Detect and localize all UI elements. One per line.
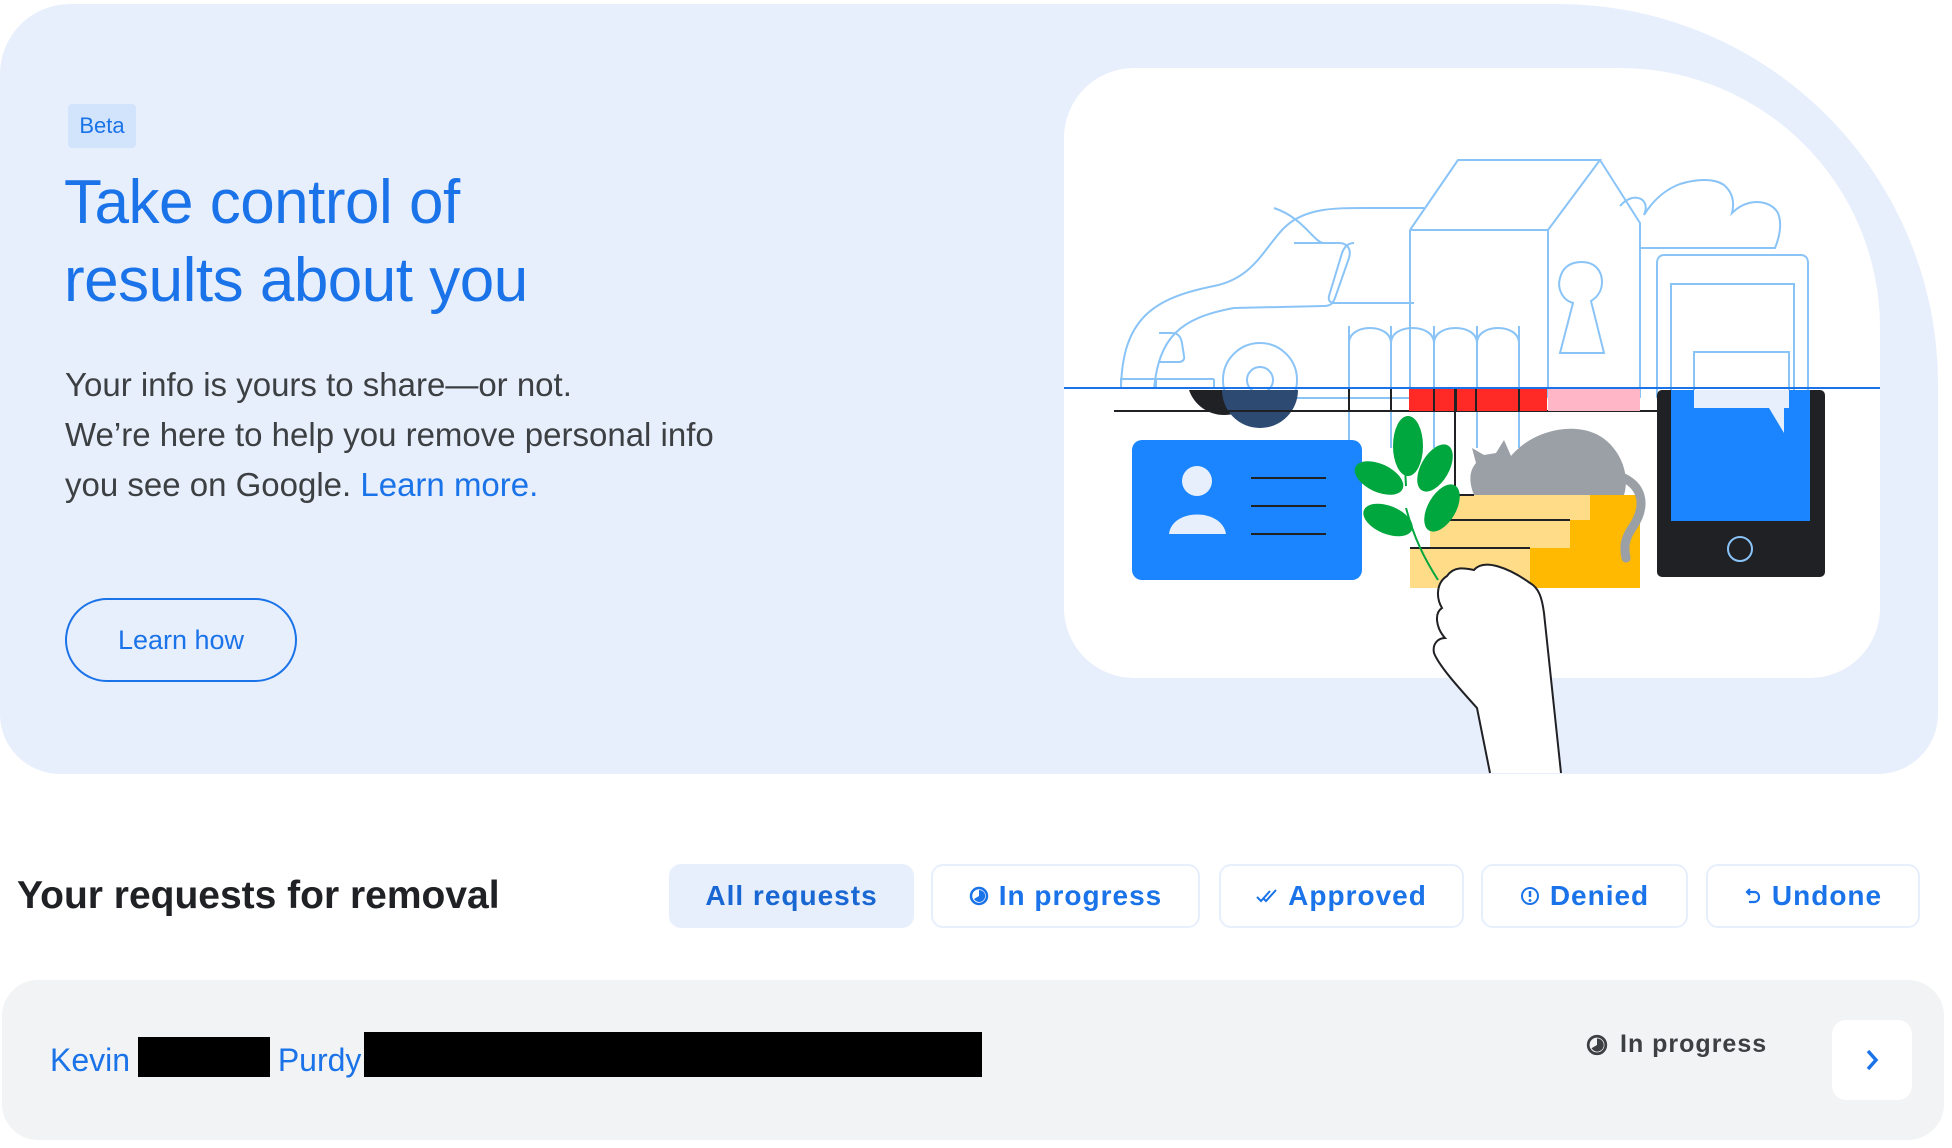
double-check-icon [1256, 887, 1278, 905]
car-outline [1120, 207, 1424, 399]
request-status: In progress [1586, 1030, 1767, 1059]
title-line-2: results about you [64, 246, 528, 315]
description-line-2: We’re here to help you remove personal i… [65, 416, 714, 453]
beta-badge: Beta [68, 104, 136, 148]
filter-denied[interactable]: Denied [1481, 864, 1688, 928]
filter-label: All requests [705, 880, 878, 911]
clock-half-icon [969, 886, 989, 906]
filter-all-requests[interactable]: All requests [669, 864, 914, 928]
filter-in-progress[interactable]: In progress [931, 864, 1200, 928]
car-hub [1246, 366, 1274, 394]
bush-outline [1619, 179, 1782, 249]
phone-outline [1656, 254, 1809, 398]
request-name-first: Kevin [50, 1042, 131, 1078]
open-request-button[interactable] [1832, 1020, 1912, 1100]
keyhole-outline [1558, 260, 1606, 354]
filter-approved[interactable]: Approved [1219, 864, 1464, 928]
privacy-illustration [1064, 159, 1880, 774]
description-line-3: you see on Google. [65, 466, 361, 503]
pink-block [1548, 389, 1640, 411]
requests-section-title: Your requests for removal [17, 874, 500, 917]
filter-undone[interactable]: Undone [1706, 864, 1920, 928]
title-line-1: Take control of [64, 168, 460, 237]
cat [1470, 428, 1626, 495]
stairs-step-2 [1430, 520, 1570, 548]
filter-label: In progress [998, 880, 1163, 911]
description-line-1: Your info is yours to share—or not. [65, 366, 572, 403]
house-outline [1409, 159, 1641, 398]
request-status-label: In progress [1620, 1030, 1768, 1058]
hero-description: Your info is yours to share—or not. We’r… [65, 360, 825, 510]
learn-how-button[interactable]: Learn how [65, 598, 297, 682]
request-name-last: Purdy [277, 1042, 362, 1078]
id-card [1132, 440, 1362, 580]
red-block [1409, 389, 1547, 411]
clock-half-icon [1586, 1034, 1608, 1056]
filter-label: Denied [1549, 880, 1650, 911]
phone-screen [1671, 390, 1810, 521]
page-title: Take control of results about you [64, 164, 764, 320]
learn-more-link[interactable]: Learn more. [360, 466, 538, 503]
filter-label: Approved [1288, 880, 1427, 911]
alert-circle-icon [1520, 886, 1540, 906]
car-tire-front [1222, 390, 1298, 428]
request-list-item[interactable]: Kevin Purdy In progress [2, 980, 1944, 1140]
filter-label: Undone [1771, 880, 1883, 911]
chevron-right-icon [1863, 1047, 1881, 1073]
hand [1432, 563, 1562, 774]
id-card-avatar-head [1182, 466, 1212, 496]
undo-icon [1744, 886, 1762, 906]
redaction-block [364, 1032, 982, 1077]
redaction-block [138, 1037, 270, 1077]
